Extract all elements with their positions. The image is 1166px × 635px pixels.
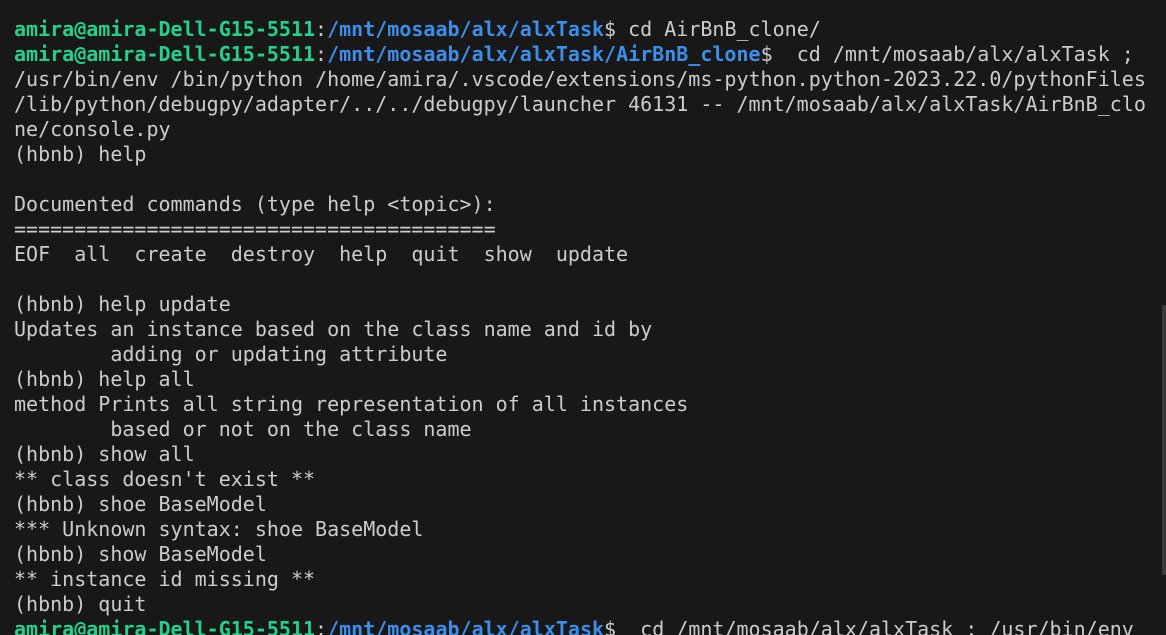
output-line: method Prints all string representation … — [14, 392, 689, 416]
prompt-line: amira@amira-Dell-G15-5511:/mnt/mosaab/al… — [14, 42, 1146, 67]
output-line: ne/console.py — [14, 117, 171, 141]
terminal-scrollbar[interactable] — [1162, 305, 1166, 575]
prompt-symbol: $ — [760, 42, 773, 66]
output-line: (hbnb) shoe BaseModel — [14, 492, 267, 516]
command-text: cd /mnt/mosaab/alx/alxTask ; — [772, 42, 1134, 66]
output-line: (hbnb) help update — [14, 292, 231, 316]
prompt-separator: : — [315, 17, 328, 41]
prompt-separator: : — [315, 42, 328, 66]
output-line: *** Unknown syntax: shoe BaseModel — [14, 517, 424, 541]
output-line: adding or updating attribute — [14, 342, 448, 366]
output-line: Documented commands (type help <topic>): — [14, 192, 496, 216]
output-line: ** instance id missing ** — [14, 567, 316, 591]
output-line: EOF all create destroy help quit show up… — [14, 242, 629, 266]
output-line: ======================================== — [14, 217, 496, 241]
output-line: (hbnb) quit — [14, 592, 147, 616]
prompt-path: /mnt/mosaab/alx/alxTask — [327, 17, 605, 41]
output-line: (hbnb) help all — [14, 367, 195, 391]
prompt-user: amira@amira-Dell-G15-5511 — [14, 617, 316, 635]
prompt-line: amira@amira-Dell-G15-5511:/mnt/mosaab/al… — [14, 617, 1146, 635]
prompt-path: /mnt/mosaab/alx/alxTask — [327, 617, 605, 635]
output-line: (hbnb) show all — [14, 442, 195, 466]
prompt-separator: : — [315, 617, 328, 635]
terminal-panel[interactable]: amira@amira-Dell-G15-5511:/mnt/mosaab/al… — [0, 0, 1166, 635]
output-line: (hbnb) help — [14, 142, 147, 166]
output-line: ** class doesn't exist ** — [14, 467, 316, 491]
command-text: cd AirBnB_clone/ — [616, 17, 821, 41]
command-text: cd /mnt/mosaab/alx/alxTask ; /usr/bin/en… — [616, 617, 1134, 635]
prompt-symbol: $ — [604, 17, 617, 41]
output-line: /lib/python/debugpy/adapter/../../debugp… — [14, 92, 1146, 116]
prompt-user: amira@amira-Dell-G15-5511 — [14, 42, 316, 66]
output-line: Updates an instance based on the class n… — [14, 317, 653, 341]
prompt-symbol: $ — [604, 617, 617, 635]
output-line: (hbnb) show BaseModel — [14, 542, 267, 566]
output-line: /usr/bin/env /bin/python /home/amira/.vs… — [14, 67, 1146, 91]
terminal-output: amira@amira-Dell-G15-5511:/mnt/mosaab/al… — [14, 0, 1146, 635]
prompt-line: amira@amira-Dell-G15-5511:/mnt/mosaab/al… — [14, 17, 1146, 42]
prompt-user: amira@amira-Dell-G15-5511 — [14, 17, 316, 41]
output-line: based or not on the class name — [14, 417, 472, 441]
prompt-path: /mnt/mosaab/alx/alxTask/AirBnB_clone — [327, 42, 761, 66]
